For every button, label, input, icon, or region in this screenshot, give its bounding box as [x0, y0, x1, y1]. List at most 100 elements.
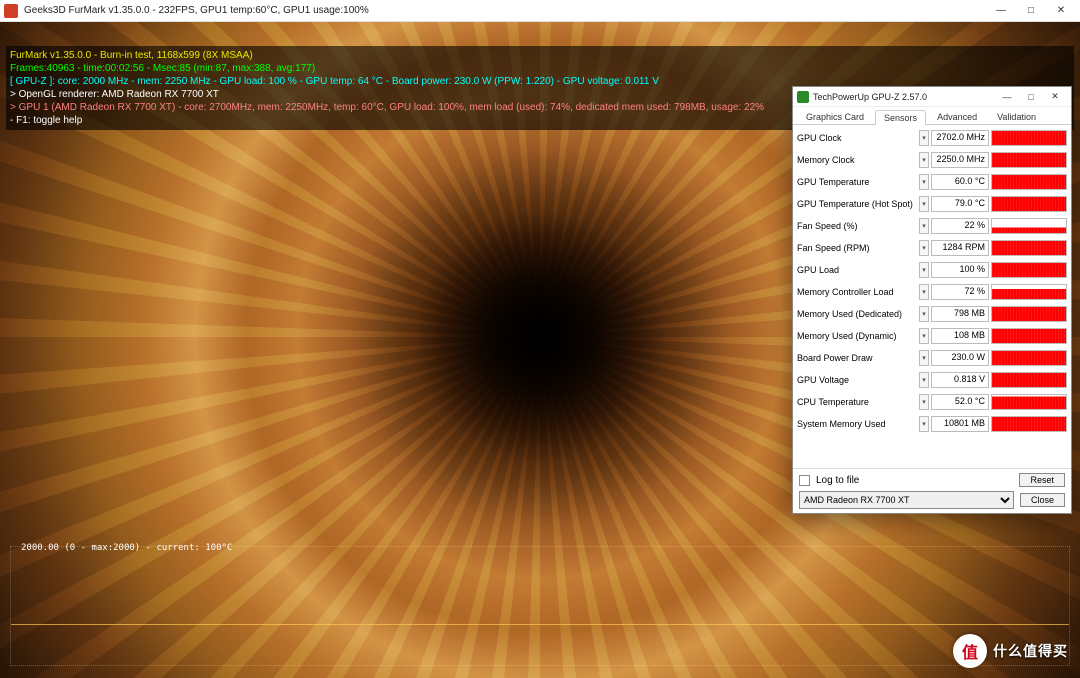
furmark-title: Geeks3D FurMark v1.35.0.0 - 232FPS, GPU1…	[24, 5, 986, 16]
sensor-row: GPU Temperature▾60.0 °C	[797, 171, 1067, 193]
watermark-text: 什么值得买	[993, 641, 1068, 661]
sensor-graph	[991, 174, 1067, 190]
sensor-value: 798 MB	[931, 306, 989, 322]
sensor-row: GPU Temperature (Hot Spot)▾79.0 °C	[797, 193, 1067, 215]
sensor-dropdown[interactable]: ▾	[919, 240, 929, 256]
sensor-value: 52.0 °C	[931, 394, 989, 410]
sensor-name: Fan Speed (%)	[797, 221, 917, 231]
sensor-graph	[991, 394, 1067, 410]
sensor-value: 108 MB	[931, 328, 989, 344]
sensor-row: Memory Clock▾2250.0 MHz	[797, 149, 1067, 171]
sensor-row: CPU Temperature▾52.0 °C	[797, 391, 1067, 413]
sensor-dropdown[interactable]: ▾	[919, 284, 929, 300]
sensor-graph	[991, 350, 1067, 366]
sensor-row: Fan Speed (%)▾22 %	[797, 215, 1067, 237]
sensor-graph	[991, 130, 1067, 146]
sensor-dropdown[interactable]: ▾	[919, 218, 929, 234]
watermark-badge: 值	[953, 634, 987, 668]
sensor-value: 79.0 °C	[931, 196, 989, 212]
sensor-row: Memory Used (Dynamic)▾108 MB	[797, 325, 1067, 347]
sensor-name: Memory Used (Dedicated)	[797, 309, 917, 319]
sensor-row: Board Power Draw▾230.0 W	[797, 347, 1067, 369]
watermark: 值 什么值得买	[953, 634, 1068, 668]
sensor-row: Memory Controller Load▾72 %	[797, 281, 1067, 303]
sensor-value: 230.0 W	[931, 350, 989, 366]
sensor-value: 1284 RPM	[931, 240, 989, 256]
sensor-name: Board Power Draw	[797, 353, 917, 363]
sensor-name: GPU Load	[797, 265, 917, 275]
sensor-name: CPU Temperature	[797, 397, 917, 407]
sensor-row: System Memory Used▾10801 MB	[797, 413, 1067, 435]
sensor-name: Memory Clock	[797, 155, 917, 165]
sensor-dropdown[interactable]: ▾	[919, 372, 929, 388]
close-button-footer[interactable]: Close	[1020, 493, 1065, 507]
sensor-row: GPU Load▾100 %	[797, 259, 1067, 281]
sensor-dropdown[interactable]: ▾	[919, 306, 929, 322]
sensor-row: GPU Voltage▾0.818 V	[797, 369, 1067, 391]
furmark-titlebar[interactable]: Geeks3D FurMark v1.35.0.0 - 232FPS, GPU1…	[0, 0, 1080, 22]
sensor-dropdown[interactable]: ▾	[919, 394, 929, 410]
sensor-dropdown[interactable]: ▾	[919, 350, 929, 366]
furmark-graph-label: 2000.00 (0 - max:2000) - current: 100°C	[21, 543, 232, 553]
sensor-name: GPU Voltage	[797, 375, 917, 385]
sensor-graph	[991, 196, 1067, 212]
gpuz-footer: Log to file Reset AMD Radeon RX 7700 XT …	[793, 468, 1071, 513]
sensor-dropdown[interactable]: ▾	[919, 196, 929, 212]
sensor-graph	[991, 416, 1067, 432]
gpu-device-select[interactable]: AMD Radeon RX 7700 XT	[799, 491, 1014, 509]
log-to-file-label: Log to file	[816, 475, 859, 486]
furmark-icon	[4, 4, 18, 18]
sensor-graph	[991, 328, 1067, 344]
tab-advanced[interactable]: Advanced	[928, 109, 986, 124]
sensor-name: GPU Clock	[797, 133, 917, 143]
gpuz-titlebar[interactable]: TechPowerUp GPU-Z 2.57.0 — □ ✕	[793, 87, 1071, 107]
osd-line-header: FurMark v1.35.0.0 - Burn-in test, 1168x5…	[10, 49, 1070, 62]
sensor-value: 2250.0 MHz	[931, 152, 989, 168]
sensor-name: System Memory Used	[797, 419, 917, 429]
furmark-graph: 2000.00 (0 - max:2000) - current: 100°C	[10, 546, 1070, 666]
gpuz-icon	[797, 91, 809, 103]
sensor-dropdown[interactable]: ▾	[919, 328, 929, 344]
log-to-file-checkbox[interactable]	[799, 475, 810, 486]
sensor-dropdown[interactable]: ▾	[919, 130, 929, 146]
sensor-graph	[991, 262, 1067, 278]
furmark-graph-line	[11, 624, 1069, 625]
sensor-graph	[991, 372, 1067, 388]
sensor-value: 0.818 V	[931, 372, 989, 388]
gpuz-close-button[interactable]: ✕	[1043, 87, 1067, 107]
gpuz-minimize-button[interactable]: —	[995, 87, 1019, 107]
gpuz-maximize-button[interactable]: □	[1019, 87, 1043, 107]
gpuz-tabstrip: Graphics Card Sensors Advanced Validatio…	[793, 107, 1071, 125]
sensor-row: Fan Speed (RPM)▾1284 RPM	[797, 237, 1067, 259]
gpuz-title: TechPowerUp GPU-Z 2.57.0	[813, 92, 995, 102]
sensor-dropdown[interactable]: ▾	[919, 152, 929, 168]
sensor-value: 100 %	[931, 262, 989, 278]
sensor-graph	[991, 240, 1067, 256]
sensor-name: Fan Speed (RPM)	[797, 243, 917, 253]
sensor-value: 72 %	[931, 284, 989, 300]
sensor-value: 10801 MB	[931, 416, 989, 432]
sensor-row: Memory Used (Dedicated)▾798 MB	[797, 303, 1067, 325]
maximize-button[interactable]: □	[1016, 0, 1046, 22]
reset-button[interactable]: Reset	[1019, 473, 1065, 487]
sensor-row: GPU Clock▾2702.0 MHz	[797, 127, 1067, 149]
sensor-graph	[991, 218, 1067, 234]
sensor-value: 22 %	[931, 218, 989, 234]
sensor-name: Memory Controller Load	[797, 287, 917, 297]
osd-line-frames: Frames:40963 - time:00:02:56 - Msec:85 (…	[10, 62, 1070, 75]
sensor-graph	[991, 284, 1067, 300]
close-button[interactable]: ✕	[1046, 0, 1076, 22]
sensor-dropdown[interactable]: ▾	[919, 174, 929, 190]
tab-validation[interactable]: Validation	[988, 109, 1045, 124]
sensor-dropdown[interactable]: ▾	[919, 416, 929, 432]
gpuz-window[interactable]: TechPowerUp GPU-Z 2.57.0 — □ ✕ Graphics …	[792, 86, 1072, 514]
tab-graphics-card[interactable]: Graphics Card	[797, 109, 873, 124]
sensor-name: GPU Temperature	[797, 177, 917, 187]
gpuz-sensor-list[interactable]: GPU Clock▾2702.0 MHzMemory Clock▾2250.0 …	[793, 125, 1071, 468]
sensor-graph	[991, 306, 1067, 322]
sensor-name: GPU Temperature (Hot Spot)	[797, 199, 917, 209]
sensor-dropdown[interactable]: ▾	[919, 262, 929, 278]
sensor-value: 2702.0 MHz	[931, 130, 989, 146]
minimize-button[interactable]: —	[986, 0, 1016, 22]
tab-sensors[interactable]: Sensors	[875, 110, 926, 125]
